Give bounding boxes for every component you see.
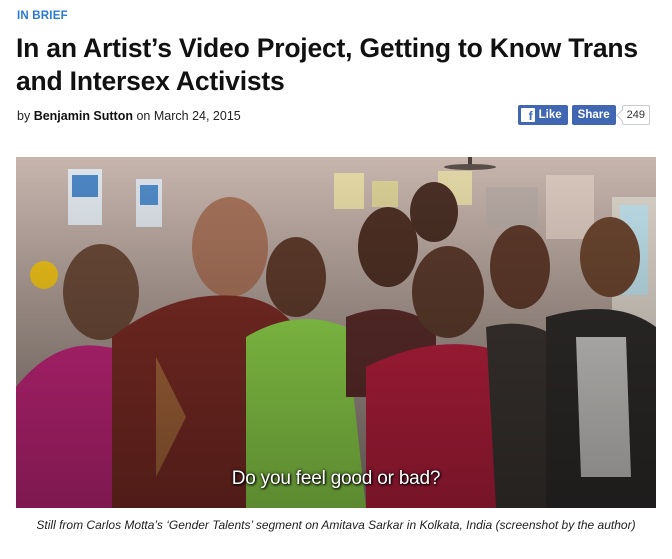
facebook-like-button[interactable]: f Like xyxy=(517,105,568,125)
article-headline: In an Artist’s Video Project, Getting to… xyxy=(16,33,638,96)
video-subtitle: Do you feel good or bad? xyxy=(231,468,441,489)
publish-date: March 24, 2015 xyxy=(153,109,241,123)
facebook-icon: f xyxy=(520,108,535,122)
article-photo: Do you feel good or bad? xyxy=(16,157,656,508)
author-link[interactable]: Benjamin Sutton xyxy=(34,109,133,123)
category-kicker-link[interactable]: IN BRIEF xyxy=(17,10,68,22)
byline-prefix: by xyxy=(17,109,31,123)
share-count-bubble: 249 xyxy=(621,105,650,125)
facebook-share-button[interactable]: Share xyxy=(571,105,616,125)
byline: by Benjamin Sutton on March 24, 2015 xyxy=(17,109,241,123)
photo-caption: Still from Carlos Motta’s ‘Gender Talent… xyxy=(36,518,636,532)
video-still-image xyxy=(16,157,656,508)
like-label: Like xyxy=(538,109,562,121)
social-share-bar: f Like Share 249 xyxy=(517,104,650,126)
date-prefix: on xyxy=(136,109,151,123)
